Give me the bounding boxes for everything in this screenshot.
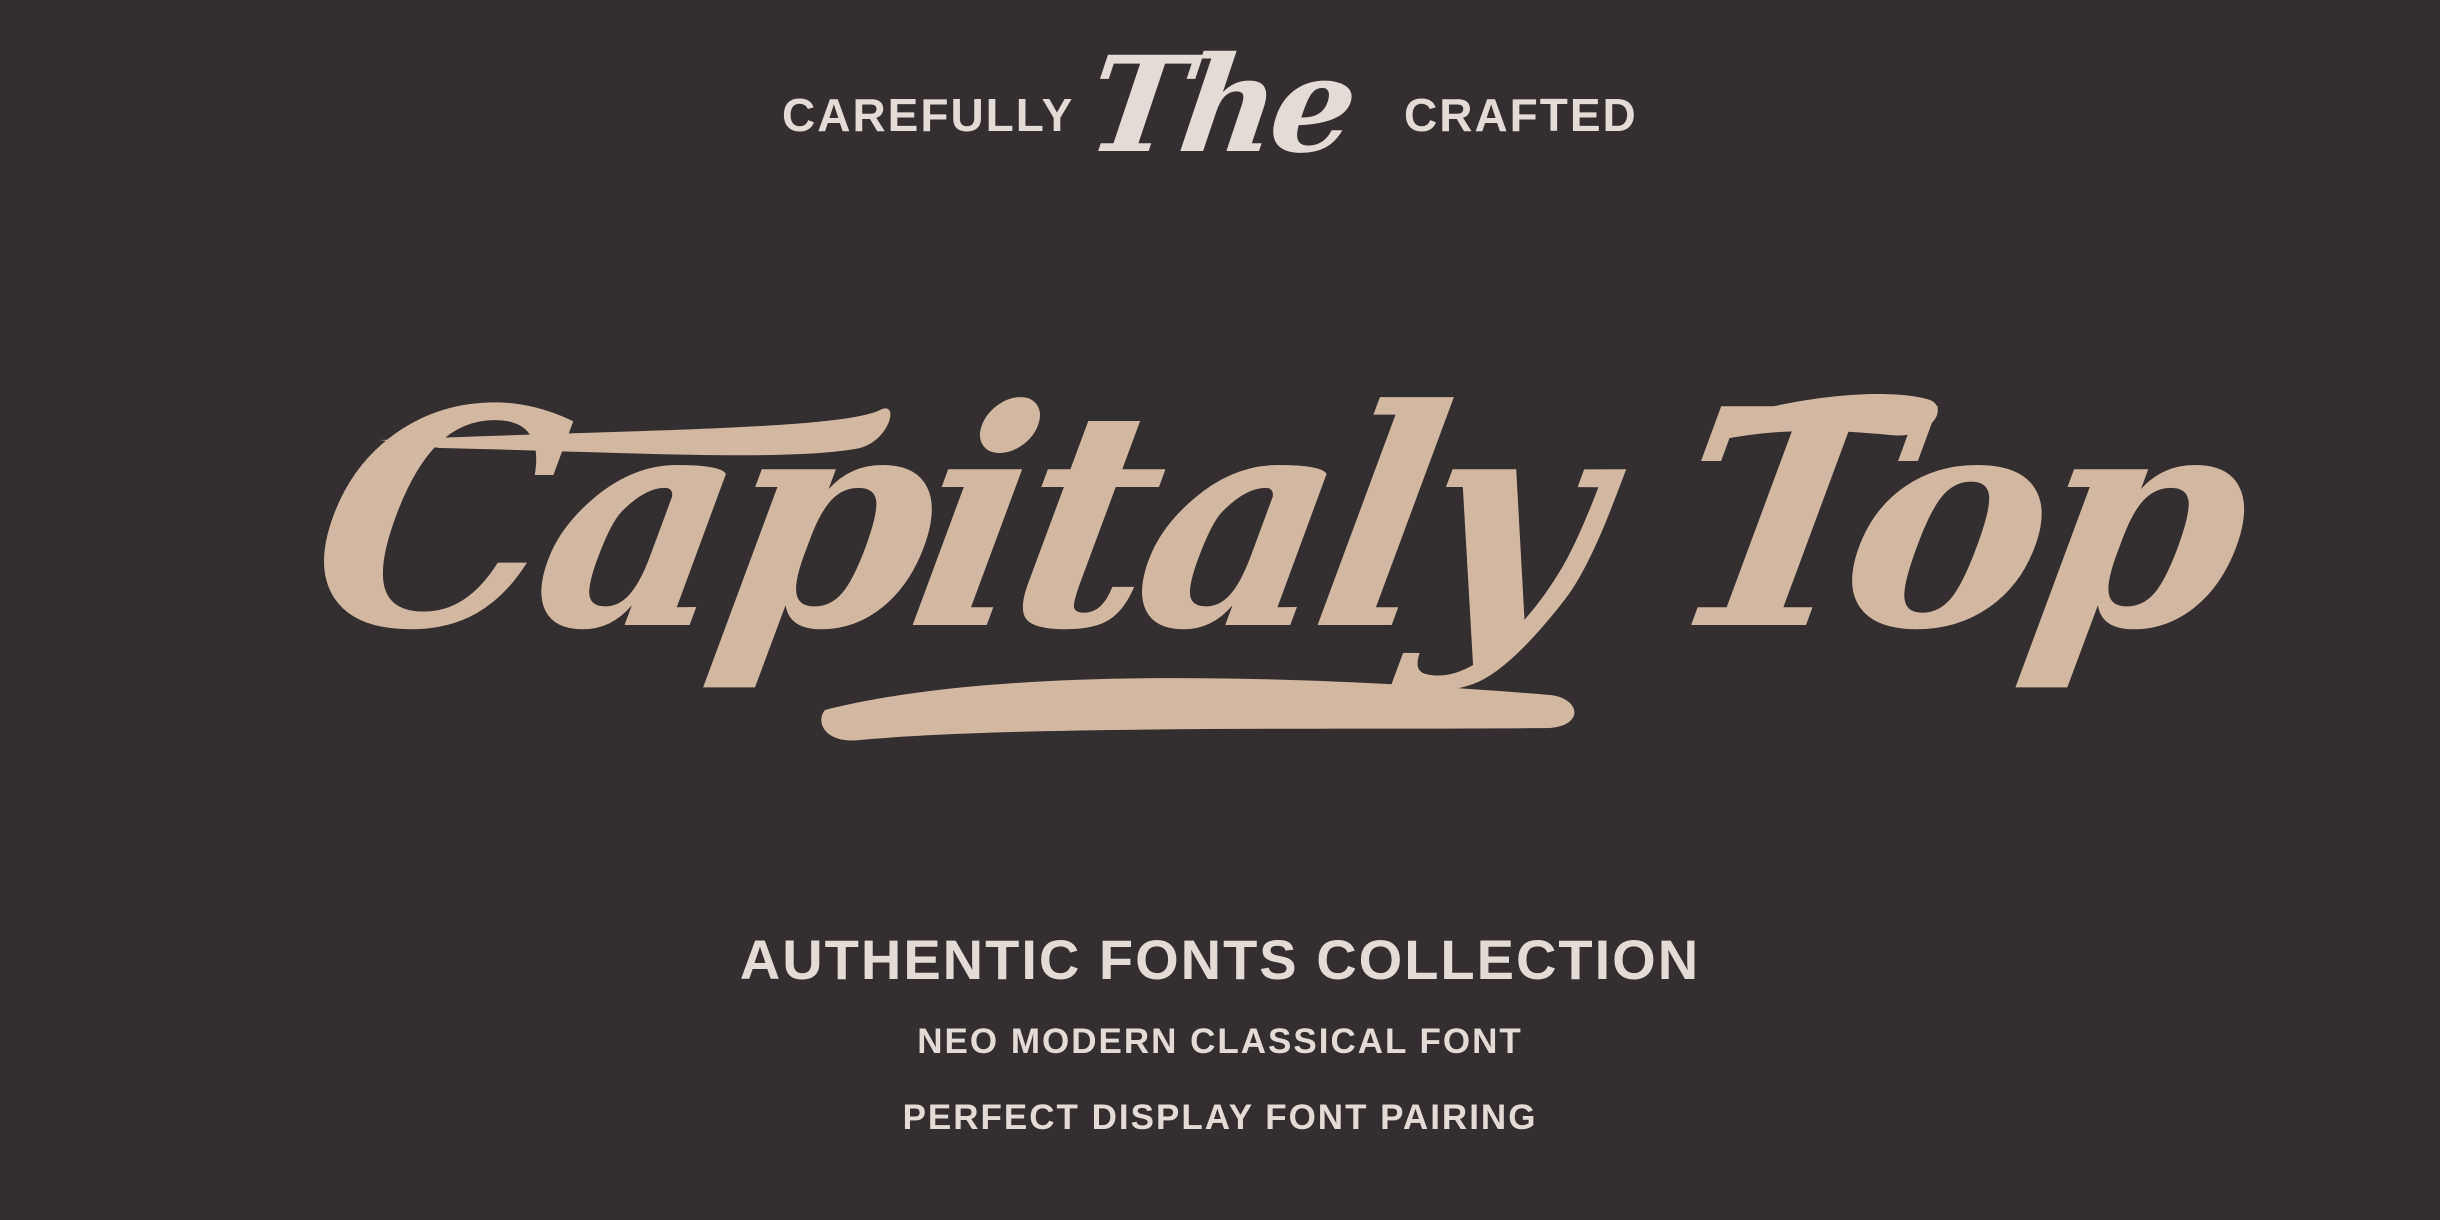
header-left-word: CAREFULLY: [782, 89, 1075, 141]
tagline-secondary: NEO MODERN CLASSICAL FONT: [917, 1022, 1523, 1061]
tagline-primary: AUTHENTIC FONTS COLLECTION: [739, 928, 1701, 991]
title-lockup: Capitaly Top: [289, 330, 2264, 790]
font-showcase-poster: CAREFULLY The CRAFTED Capitaly Top AUTHE…: [0, 0, 2440, 1220]
title-wordmark: Capitaly Top: [288, 343, 2265, 696]
tagline-tertiary: PERFECT DISPLAY FONT PAIRING: [902, 1098, 1538, 1137]
header-right-word: CRAFTED: [1404, 89, 1638, 141]
header-script-word: The: [1079, 28, 1362, 183]
